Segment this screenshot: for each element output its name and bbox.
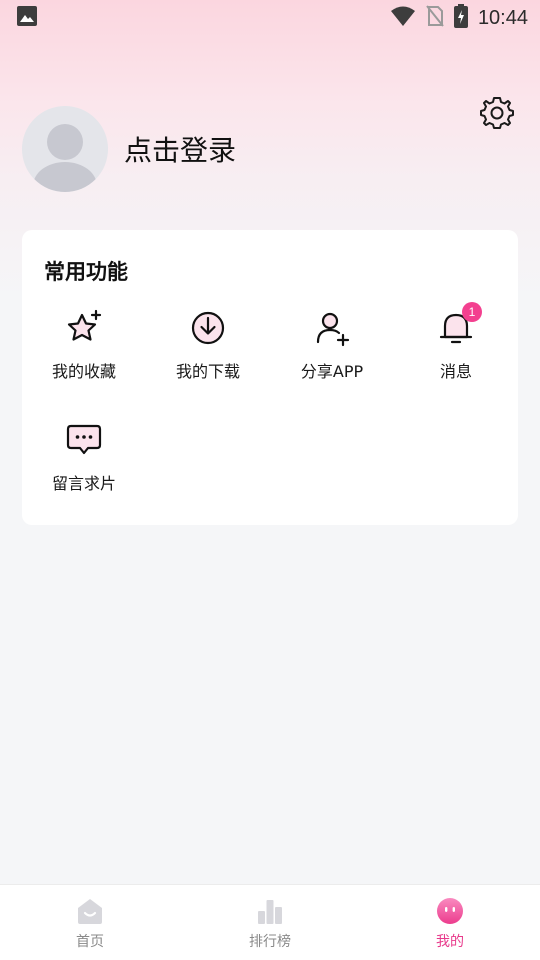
- home-icon: [76, 897, 104, 925]
- profile-face-icon: [436, 897, 464, 925]
- ranking-icon: [256, 897, 284, 925]
- status-time: 10:44: [477, 6, 528, 29]
- no-sim-icon: [426, 5, 444, 31]
- functions-grid: 我的收藏 我的下载 分享APP 1 消息 留言求片: [22, 302, 518, 532]
- common-functions-card: 常用功能 我的收藏 我的下载 分享APP 1 消息 留言求片: [22, 230, 518, 525]
- add-user-icon: [312, 308, 352, 348]
- settings-gear-icon[interactable]: [480, 96, 514, 130]
- wifi-icon: [390, 5, 416, 31]
- battery-charging-icon: [453, 4, 468, 32]
- request-movie-item[interactable]: 留言求片: [22, 420, 146, 532]
- avatar[interactable]: [22, 106, 108, 192]
- share-app-item[interactable]: 分享APP: [270, 308, 394, 420]
- tab-ranking[interactable]: 排行榜: [180, 885, 360, 960]
- card-title: 常用功能: [44, 260, 128, 284]
- favorites-item[interactable]: 我的收藏: [22, 308, 146, 420]
- item-label: 我的下载: [175, 362, 240, 381]
- login-prompt[interactable]: 点击登录: [124, 129, 236, 169]
- bottom-navigation: 首页 排行榜 我的: [0, 884, 540, 960]
- chat-bubble-icon: [64, 420, 104, 460]
- tab-label: 我的: [436, 934, 464, 950]
- tab-label: 首页: [76, 934, 104, 950]
- profile-section: 点击登录: [22, 106, 236, 192]
- tab-mine[interactable]: 我的: [360, 885, 540, 960]
- bell-icon: 1: [436, 302, 482, 348]
- item-label: 我的收藏: [51, 362, 116, 381]
- tab-label: 排行榜: [249, 934, 291, 950]
- item-label: 消息: [439, 362, 472, 381]
- status-bar: 10:44: [0, 0, 540, 36]
- tab-home[interactable]: 首页: [0, 885, 180, 960]
- gallery-notification-icon: [16, 5, 38, 31]
- messages-item[interactable]: 1 消息: [394, 302, 518, 420]
- downloads-item[interactable]: 我的下载: [146, 308, 270, 420]
- item-label: 留言求片: [51, 474, 116, 493]
- item-label: 分享APP: [300, 362, 364, 381]
- star-plus-icon: [64, 308, 104, 348]
- download-icon: [188, 308, 228, 348]
- unread-badge: 1: [462, 302, 482, 322]
